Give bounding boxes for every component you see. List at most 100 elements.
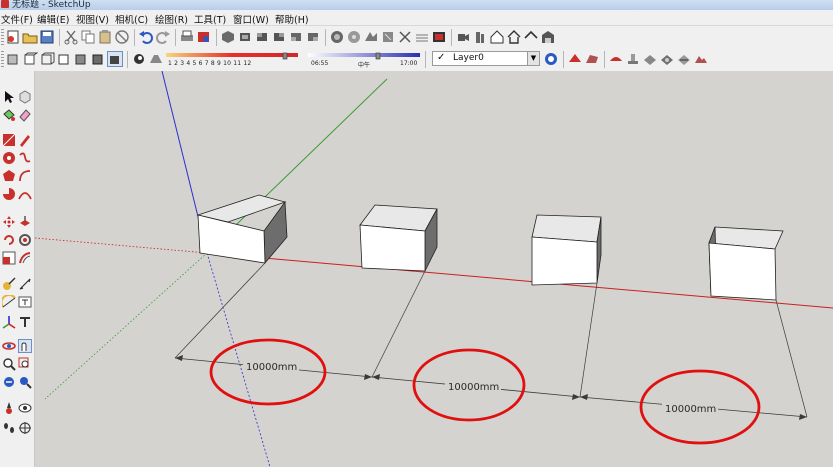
- sun-shadow-icon[interactable]: [131, 51, 147, 67]
- views-front-icon[interactable]: [254, 29, 270, 45]
- model-viewport[interactable]: 10000mm 10000mm 10000mm: [35, 71, 833, 467]
- pie-icon[interactable]: [2, 187, 16, 201]
- section-plane-icon[interactable]: [18, 421, 32, 435]
- terrain-icon[interactable]: [693, 51, 709, 67]
- orbit-icon[interactable]: [2, 339, 16, 353]
- undo-icon[interactable]: [138, 29, 154, 45]
- dimension-label-2[interactable]: 10000mm: [448, 382, 499, 393]
- circle-icon[interactable]: [2, 151, 16, 165]
- save-icon[interactable]: [39, 29, 55, 45]
- stamp-icon[interactable]: [625, 51, 641, 67]
- shaded-textures-icon[interactable]: [90, 51, 106, 67]
- model-canvas[interactable]: 10000mm 10000mm 10000mm: [35, 71, 833, 467]
- box-3[interactable]: [531, 214, 602, 286]
- rectangle-icon[interactable]: [2, 133, 16, 147]
- add-detail-icon[interactable]: [659, 51, 675, 67]
- box-4[interactable]: [708, 226, 784, 301]
- look-around-icon[interactable]: [18, 401, 32, 415]
- erase-icon[interactable]: [114, 29, 130, 45]
- zoom-icon[interactable]: [2, 357, 16, 371]
- freehand-icon[interactable]: [18, 151, 32, 165]
- box-1[interactable]: [196, 194, 288, 265]
- wireframe-icon[interactable]: [39, 51, 55, 67]
- rotate-icon[interactable]: [2, 233, 16, 247]
- monochrome-icon[interactable]: [107, 51, 123, 67]
- smoove-icon[interactable]: [608, 51, 624, 67]
- shadows-icon[interactable]: [397, 29, 413, 45]
- zoom-window-icon[interactable]: [18, 357, 32, 371]
- menu-file[interactable]: 文件(F): [1, 12, 33, 26]
- polygon-icon[interactable]: [2, 169, 16, 183]
- previous-view-icon[interactable]: [2, 375, 16, 389]
- paint-bucket-icon[interactable]: [2, 108, 16, 122]
- menu-tools[interactable]: 工具(T): [194, 12, 226, 26]
- position-camera-icon[interactable]: [2, 401, 16, 415]
- make-component-icon[interactable]: [18, 90, 32, 104]
- arc-icon[interactable]: [18, 169, 32, 183]
- print-icon[interactable]: [179, 29, 195, 45]
- back-edges-icon[interactable]: [22, 51, 38, 67]
- menu-help[interactable]: 帮助(H): [275, 12, 309, 26]
- menu-draw[interactable]: 绘图(R): [155, 12, 188, 26]
- views-back-icon[interactable]: [288, 29, 304, 45]
- menu-view[interactable]: 视图(V): [76, 12, 109, 26]
- tape-measure-icon[interactable]: [2, 277, 16, 291]
- sandbox-from-contours-icon[interactable]: [567, 51, 583, 67]
- views-left-icon[interactable]: [305, 29, 321, 45]
- move-icon[interactable]: [2, 215, 16, 229]
- model-info-icon[interactable]: [196, 29, 212, 45]
- new-file-icon[interactable]: [5, 29, 21, 45]
- hidden-line-icon[interactable]: [56, 51, 72, 67]
- menu-camera[interactable]: 相机(C): [115, 12, 148, 26]
- dimension-label-1[interactable]: 10000mm: [246, 362, 297, 373]
- zoom-extents-icon[interactable]: [18, 375, 32, 389]
- axes-icon[interactable]: [2, 315, 16, 329]
- shadow-settings-icon[interactable]: [148, 51, 164, 67]
- follow-me-icon[interactable]: [18, 233, 32, 247]
- text-icon[interactable]: [18, 295, 32, 309]
- redo-icon[interactable]: [155, 29, 171, 45]
- box-2[interactable]: [359, 204, 438, 272]
- menu-window[interactable]: 窗口(W): [233, 12, 269, 26]
- fog-icon[interactable]: [414, 29, 430, 45]
- walk-icon[interactable]: [472, 29, 488, 45]
- layer-dropdown[interactable]: ✓ Layer0 ▼: [432, 51, 540, 66]
- flip-edge-icon[interactable]: [676, 51, 692, 67]
- walk-footprints-icon[interactable]: [2, 421, 16, 435]
- views-iso-icon[interactable]: [220, 29, 236, 45]
- shaded-icon[interactable]: [73, 51, 89, 67]
- menu-edit[interactable]: 编辑(E): [37, 12, 69, 26]
- house-icon[interactable]: [506, 29, 522, 45]
- copy-icon[interactable]: [80, 29, 96, 45]
- pan-hand-icon[interactable]: [18, 339, 32, 353]
- offset-icon[interactable]: [18, 251, 32, 265]
- open-folder-icon[interactable]: [22, 29, 38, 45]
- 3d-text-icon[interactable]: [18, 315, 32, 329]
- warehouse-icon[interactable]: [540, 29, 556, 45]
- views-right-icon[interactable]: [271, 29, 287, 45]
- chevron-down-icon[interactable]: ▼: [527, 52, 539, 65]
- layer-manager-icon[interactable]: [543, 51, 559, 67]
- camera-position-icon[interactable]: [455, 29, 471, 45]
- protractor-icon[interactable]: [2, 295, 16, 309]
- select-arrow-icon[interactable]: [2, 90, 16, 104]
- scenes-icon[interactable]: [380, 29, 396, 45]
- sandbox-from-scratch-icon[interactable]: [584, 51, 600, 67]
- scale-icon[interactable]: [2, 251, 16, 265]
- section-icon[interactable]: [431, 29, 447, 45]
- push-pull-icon[interactable]: [18, 215, 32, 229]
- materials-icon[interactable]: [346, 29, 362, 45]
- components-icon[interactable]: [329, 29, 345, 45]
- xray-icon[interactable]: [5, 51, 21, 67]
- views-top-icon[interactable]: [237, 29, 253, 45]
- paste-icon[interactable]: [97, 29, 113, 45]
- three-point-arc-icon[interactable]: [18, 187, 32, 201]
- line-pencil-icon[interactable]: [18, 133, 32, 147]
- home-icon[interactable]: [489, 29, 505, 45]
- cut-icon[interactable]: [63, 29, 79, 45]
- dimension-label-3[interactable]: 10000mm: [665, 404, 716, 415]
- roof-icon[interactable]: [523, 29, 539, 45]
- shadow-time-slider[interactable]: [308, 52, 420, 60]
- eraser-icon[interactable]: [18, 108, 32, 122]
- dimension-icon[interactable]: [18, 277, 32, 291]
